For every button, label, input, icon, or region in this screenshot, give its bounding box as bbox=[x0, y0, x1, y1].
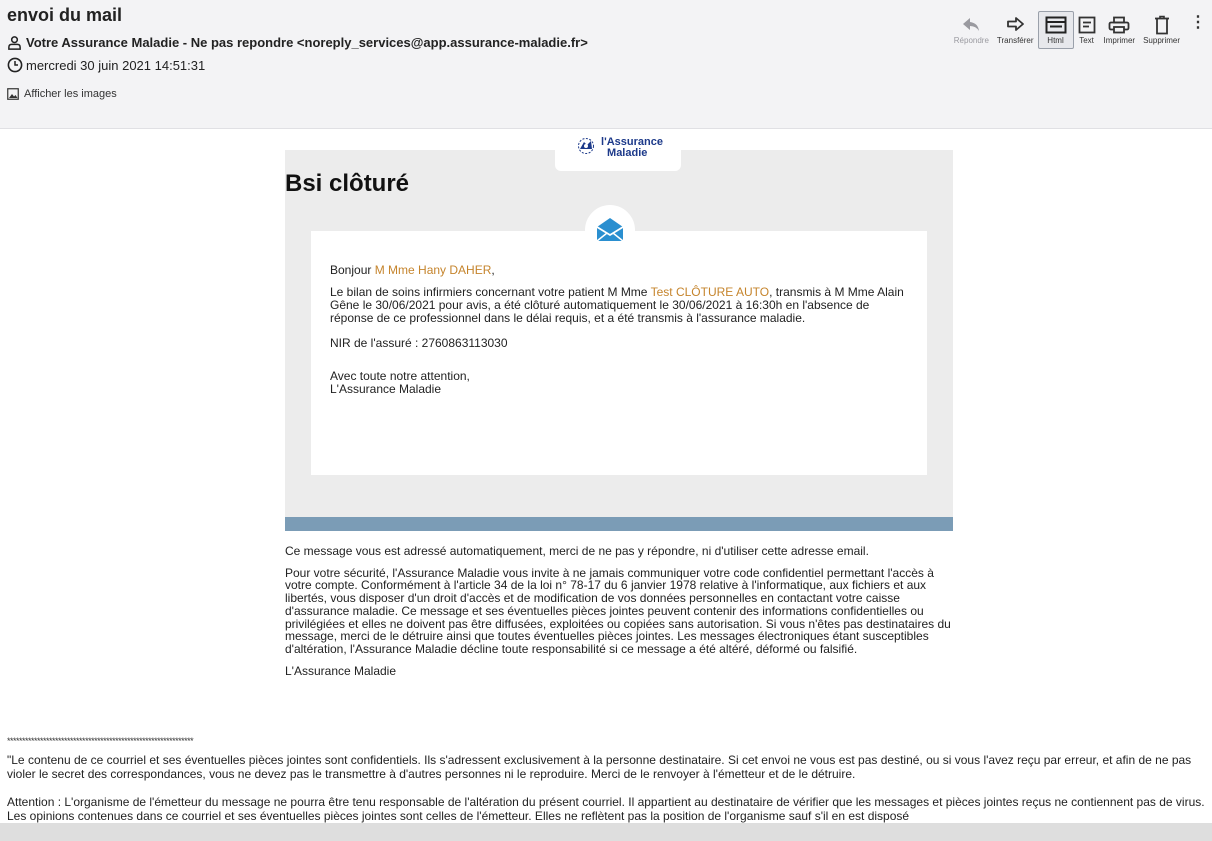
reply-button[interactable]: Répondre bbox=[950, 14, 993, 45]
assurance-maladie-logo: l'Assurance Maladie bbox=[555, 135, 681, 171]
message-text-1: Le bilan de soins infirmiers concernant … bbox=[330, 285, 651, 299]
logo-line-2: Maladie bbox=[607, 147, 648, 159]
message-paragraph: Le bilan de soins infirmiers concernant … bbox=[330, 286, 910, 325]
virus-disclaimer: Attention : L'organisme de l'émetteur du… bbox=[7, 795, 1205, 823]
sender-address[interactable]: Votre Assurance Maladie - Ne pas repondr… bbox=[26, 35, 588, 50]
logo-emblem-icon bbox=[578, 138, 595, 154]
show-images-label: Afficher les images bbox=[24, 88, 117, 100]
envelope-icon bbox=[596, 218, 624, 242]
print-button[interactable]: Imprimer bbox=[1100, 14, 1140, 45]
message-card: Bonjour M Mme Hany DAHER, Le bilan de so… bbox=[311, 231, 927, 475]
confidentiality-disclaimer: "Le contenu de ce courriel et ses éventu… bbox=[7, 753, 1192, 781]
mail-header: envoi du mail Votre Assurance Maladie - … bbox=[0, 0, 1212, 129]
person-icon bbox=[7, 35, 22, 50]
email-body: l'Assurance Maladie Bsi clôturé Bonjour … bbox=[285, 135, 953, 686]
blue-divider-bar bbox=[285, 517, 953, 531]
notice-signature: L'Assurance Maladie bbox=[285, 663, 397, 678]
text-view-label: Text bbox=[1079, 36, 1094, 45]
print-label: Imprimer bbox=[1103, 36, 1136, 45]
text-view-button[interactable]: Text bbox=[1074, 14, 1100, 45]
closing-signature: L'Assurance Maladie bbox=[330, 382, 442, 396]
text-view-icon bbox=[1078, 14, 1096, 36]
nir-number: NIR de l'assuré : 2760863113030 bbox=[330, 336, 508, 350]
html-view-icon bbox=[1045, 14, 1067, 36]
greeting: Bonjour M Mme Hany DAHER, bbox=[330, 264, 910, 277]
separator-stars: ****************************************… bbox=[7, 736, 194, 746]
recipient-name: M Mme Hany DAHER bbox=[374, 263, 492, 277]
show-images-link[interactable]: Afficher les images bbox=[7, 88, 117, 100]
mail-subject: envoi du mail bbox=[7, 5, 123, 25]
forward-arrow-icon bbox=[1005, 14, 1025, 36]
notice-no-reply: Ce message vous est adressé automatiquem… bbox=[285, 544, 869, 558]
message-content: Bonjour M Mme Hany DAHER, Le bilan de so… bbox=[330, 264, 910, 396]
html-view-button[interactable]: Html bbox=[1037, 11, 1074, 49]
email-title: Bsi clôturé bbox=[285, 170, 410, 197]
date-row: mercredi 30 juin 2021 14:51:31 bbox=[7, 57, 205, 73]
auto-message-notice: Ce message vous est adressé automatiquem… bbox=[285, 545, 953, 677]
notice-security: Pour votre sécurité, l'Assurance Maladie… bbox=[285, 565, 951, 656]
reply-arrow-icon bbox=[961, 14, 981, 36]
email-panel: l'Assurance Maladie Bsi clôturé Bonjour … bbox=[285, 135, 953, 517]
trash-icon bbox=[1154, 14, 1170, 36]
image-icon bbox=[7, 88, 19, 100]
reply-label: Répondre bbox=[953, 36, 989, 45]
forward-button[interactable]: Transférer bbox=[993, 14, 1038, 45]
forward-label: Transférer bbox=[996, 36, 1034, 45]
delete-button[interactable]: Supprimer bbox=[1139, 14, 1184, 45]
clock-icon bbox=[7, 57, 23, 73]
greeting-prefix: Bonjour bbox=[330, 263, 375, 277]
sender-row: Votre Assurance Maladie - Ne pas repondr… bbox=[7, 35, 588, 50]
mail-toolbar: Répondre Transférer Html Text Imprimer S… bbox=[950, 11, 1212, 62]
delete-label: Supprimer bbox=[1143, 36, 1180, 45]
patient-name: Test CLÔTURE AUTO bbox=[650, 285, 770, 299]
greeting-suffix: , bbox=[491, 263, 495, 277]
envelope-badge bbox=[585, 205, 635, 255]
sent-date: mercredi 30 juin 2021 14:51:31 bbox=[26, 57, 206, 73]
html-view-label: Html bbox=[1047, 36, 1064, 45]
horizontal-scrollbar[interactable] bbox=[0, 823, 1212, 841]
printer-icon bbox=[1108, 14, 1130, 36]
more-options-icon[interactable]: ⋮ bbox=[1184, 14, 1212, 32]
